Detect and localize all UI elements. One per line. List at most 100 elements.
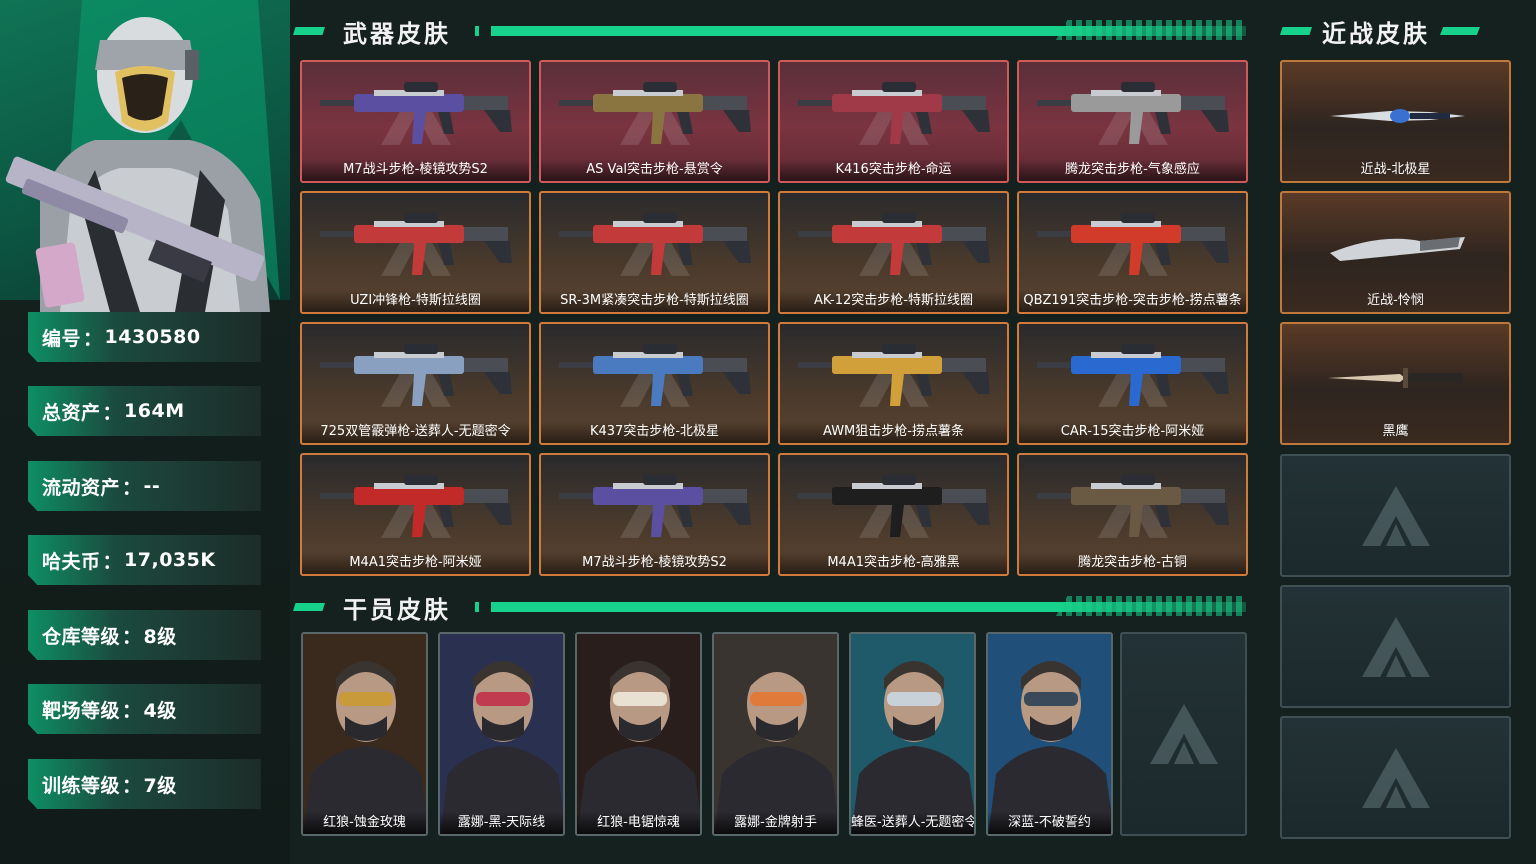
weapon-skin-card[interactable]: CAR-15突击步枪-阿米娅 bbox=[1017, 322, 1248, 445]
stat-separator: ： bbox=[102, 401, 123, 424]
weapon-skin-card[interactable]: M4A1突击步枪-高雅黑 bbox=[778, 453, 1009, 576]
operator-empty-slot[interactable] bbox=[1120, 632, 1247, 836]
header-accent bbox=[1280, 27, 1312, 35]
operator-skin-card[interactable]: 红狼-电锯惊魂 bbox=[575, 632, 702, 836]
weapon-skin-label: UZI冲锋枪-特斯拉线圈 bbox=[302, 290, 529, 312]
melee-empty-slot[interactable] bbox=[1280, 585, 1511, 708]
stat-range-level: 靶场等级： 4级 bbox=[28, 684, 261, 734]
stat-total-assets: 总资产： 164M bbox=[28, 386, 261, 436]
weapon-skin-label: AWM狙击步枪-捞点薯条 bbox=[780, 421, 1007, 443]
stat-separator: ： bbox=[83, 327, 103, 350]
operator-skin-label: 红狼-蚀金玫瑰 bbox=[303, 812, 426, 834]
operator-portrait bbox=[440, 634, 563, 834]
stat-training-level: 训练等级： 7级 bbox=[28, 759, 261, 809]
weapon-skin-card[interactable]: SR-3M紧凑突击步枪-特斯拉线圈 bbox=[539, 191, 770, 314]
weapons-section-header: 武器皮肤 bbox=[293, 14, 1246, 48]
rifle-icon bbox=[1037, 82, 1229, 144]
weapon-skin-card[interactable]: 725双管霰弹枪-送葬人-无题密令 bbox=[300, 322, 531, 445]
operators-section-title: 干员皮肤 bbox=[343, 595, 451, 624]
profile-panel: 编号： 1430580 总资产： 164M 流动资产： -- 哈夫币： 17,035K … bbox=[0, 0, 290, 864]
weapon-skin-label: 725双管霰弹枪-送葬人-无题密令 bbox=[302, 421, 529, 443]
rifle-icon bbox=[1037, 213, 1229, 275]
weapon-skin-card[interactable]: K437突击步枪-北极星 bbox=[539, 322, 770, 445]
melee-section-title: 近战皮肤 bbox=[1322, 19, 1430, 48]
operator-skin-card[interactable]: 深蓝-不破誓约 bbox=[986, 632, 1113, 836]
operator-skin-card[interactable]: 蜂医-送葬人-无题密令 bbox=[849, 632, 976, 836]
rifle-icon bbox=[1037, 475, 1229, 537]
weapon-skin-label: CAR-15突击步枪-阿米娅 bbox=[1019, 421, 1246, 443]
rifle-icon bbox=[559, 344, 751, 406]
stat-label: 编号 bbox=[42, 327, 82, 350]
weapons-section-title: 武器皮肤 bbox=[343, 19, 451, 48]
header-accent bbox=[293, 603, 325, 611]
melee-empty-slot[interactable] bbox=[1280, 716, 1511, 839]
header-accent bbox=[293, 27, 325, 35]
stat-separator: ： bbox=[122, 625, 142, 648]
weapon-skin-card[interactable]: AS Val突击步枪-悬赏令 bbox=[539, 60, 770, 183]
stat-value: -- bbox=[143, 475, 161, 497]
operator-skin-card[interactable]: 露娜-黑-天际线 bbox=[438, 632, 565, 836]
rifle-icon bbox=[320, 475, 512, 537]
operator-skin-card[interactable]: 露娜-金牌射手 bbox=[712, 632, 839, 836]
knife-icon bbox=[1330, 237, 1465, 261]
weapon-skin-card[interactable]: UZI冲锋枪-特斯拉线圈 bbox=[300, 191, 531, 314]
melee-label: 近战-北极星 bbox=[1360, 162, 1431, 177]
rifle-icon bbox=[1037, 344, 1229, 406]
weapon-skin-card[interactable]: 腾龙突击步枪-气象感应 bbox=[1017, 60, 1248, 183]
operator-portrait bbox=[714, 634, 837, 834]
melee-card[interactable]: 近战-怜悯 bbox=[1280, 191, 1511, 314]
weapon-skin-card[interactable]: M4A1突击步枪-阿米娅 bbox=[300, 453, 531, 576]
logo-icon bbox=[1361, 485, 1430, 546]
operator-portrait bbox=[988, 634, 1111, 834]
rifle-icon bbox=[320, 344, 512, 406]
rifle-icon bbox=[798, 82, 990, 144]
weapon-skin-card[interactable]: M7战斗步枪-棱镜攻势S2 bbox=[539, 453, 770, 576]
weapon-skin-card[interactable]: AK-12突击步枪-特斯拉线圈 bbox=[778, 191, 1009, 314]
melee-card[interactable]: 黑鹰 bbox=[1280, 322, 1511, 445]
rifle-icon bbox=[320, 213, 512, 275]
stat-havoc-coins: 哈夫币： 17,035K bbox=[28, 535, 261, 585]
weapon-skin-card[interactable]: 腾龙突击步枪-古铜 bbox=[1017, 453, 1248, 576]
stat-warehouse-level: 仓库等级： 8级 bbox=[28, 610, 261, 660]
weapon-skin-label: K416突击步枪-命运 bbox=[780, 159, 1007, 181]
rifle-icon bbox=[559, 475, 751, 537]
weapon-skin-card[interactable]: AWM狙击步枪-捞点薯条 bbox=[778, 322, 1009, 445]
melee-card[interactable]: 近战-北极星 bbox=[1280, 60, 1511, 183]
logo-icon bbox=[1361, 616, 1430, 677]
rifle-icon bbox=[559, 213, 751, 275]
header-bar bbox=[491, 602, 1246, 612]
weapon-skin-label: K437突击步枪-北极星 bbox=[541, 421, 768, 443]
stat-value: 164M bbox=[124, 400, 185, 422]
logo-icon bbox=[1361, 747, 1430, 808]
operator-skin-label: 露娜-金牌射手 bbox=[714, 812, 837, 834]
rifle-icon bbox=[559, 82, 751, 144]
operator-skin-card[interactable]: 红狼-蚀金玫瑰 bbox=[301, 632, 428, 836]
rifle-icon bbox=[798, 475, 990, 537]
stat-label: 哈夫币 bbox=[42, 550, 101, 573]
knife-icon bbox=[1330, 109, 1465, 123]
stat-value: 4级 bbox=[143, 699, 177, 722]
stat-value: 7级 bbox=[143, 774, 177, 797]
weapon-skin-card[interactable]: K416突击步枪-命运 bbox=[778, 60, 1009, 183]
stat-value: 17,035K bbox=[124, 549, 216, 571]
weapon-skin-label: AS Val突击步枪-悬赏令 bbox=[541, 159, 768, 181]
header-accent bbox=[475, 602, 479, 612]
operator-skin-label: 深蓝-不破誓约 bbox=[988, 812, 1111, 834]
melee-section-header: 近战皮肤 bbox=[1280, 14, 1510, 48]
weapon-skin-label: M4A1突击步枪-高雅黑 bbox=[780, 552, 1007, 574]
weapon-skin-card[interactable]: M7战斗步枪-棱镜攻势S2 bbox=[300, 60, 531, 183]
stat-separator: ： bbox=[122, 476, 142, 499]
stat-value: 8级 bbox=[143, 625, 177, 648]
weapon-skin-label: M7战斗步枪-棱镜攻势S2 bbox=[302, 159, 529, 181]
knife-icon bbox=[1328, 368, 1463, 388]
melee-empty-slot[interactable] bbox=[1280, 454, 1511, 577]
weapon-skin-label: QBZ191突击步枪-突击步枪-捞点薯条 bbox=[1019, 290, 1246, 312]
rifle-icon bbox=[798, 344, 990, 406]
stat-separator: ： bbox=[122, 774, 142, 797]
operator-skin-label: 红狼-电锯惊魂 bbox=[577, 812, 700, 834]
melee-label: 黑鹰 bbox=[1382, 424, 1409, 439]
header-accent bbox=[475, 26, 479, 36]
stat-label: 总资产 bbox=[42, 401, 101, 424]
weapon-skin-card[interactable]: QBZ191突击步枪-突击步枪-捞点薯条 bbox=[1017, 191, 1248, 314]
operators-section-header: 干员皮肤 bbox=[293, 590, 1246, 624]
